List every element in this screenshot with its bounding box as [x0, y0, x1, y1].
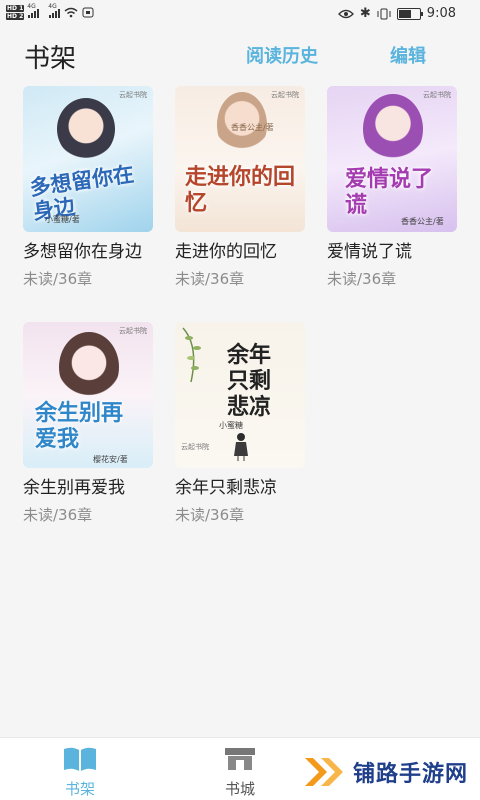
- network-type-2: 4G: [48, 3, 57, 10]
- read-status: 未读/36章: [175, 270, 245, 288]
- status-left: HD 1 HD 2 4G 4G: [6, 3, 94, 20]
- branch-icon: [182, 327, 201, 383]
- book-cover[interactable]: 云起书院 多想留你在身边 小蜜糖/著: [23, 86, 153, 232]
- status-right: ✱ 9:08: [337, 6, 456, 21]
- publisher-logo: 云起书院: [119, 91, 147, 99]
- watermark: 铺路手游网: [303, 754, 468, 790]
- status-bar: HD 1 HD 2 4G 4G ✱ 9:08: [0, 0, 480, 30]
- cover-title: 走进你的回忆: [185, 164, 296, 216]
- cover-title: 爱情说了谎: [345, 166, 434, 218]
- book-cover[interactable]: 云起书院 余生别再爱我 樱花安/著: [23, 322, 153, 468]
- book-title: 余年只剩悲凉: [175, 478, 277, 498]
- book-title: 爱情说了谎: [327, 242, 412, 262]
- read-status: 未读/36章: [23, 506, 93, 524]
- watermark-logo-icon: [304, 758, 343, 786]
- book-title: 余生别再爱我: [23, 478, 125, 498]
- figure-icon: [234, 433, 248, 461]
- sync-icon: [82, 7, 94, 18]
- publisher-logo: 云起书院: [181, 443, 209, 451]
- nav-bookstore[interactable]: 书城: [200, 746, 280, 799]
- nav-bookstore-label: 书城: [224, 780, 255, 798]
- book-item[interactable]: 云起书院 余生别再爱我 樱花安/著 余生别再爱我 未读/36章: [23, 322, 153, 525]
- book-cover[interactable]: 云起书院 爱情说了谎 香香公主/著: [327, 86, 457, 232]
- cover-title: 余生别再爱我: [35, 400, 124, 452]
- signal-1-icon: 4G: [27, 3, 40, 18]
- cover-author: 香香公主/著: [231, 123, 274, 132]
- book-item[interactable]: 云起书院 香香公主/著 走进你的回忆 走进你的回忆 未读/36章: [175, 86, 305, 289]
- read-status: 未读/36章: [23, 270, 93, 288]
- eye-icon: [337, 9, 354, 18]
- hd-indicator: HD 1 HD 2: [6, 5, 25, 20]
- cover-author: 小蜜糖: [219, 421, 243, 430]
- cover-author: 小蜜糖/著: [45, 215, 80, 224]
- bottom-nav: 书架 书城 铺路手游网: [0, 737, 480, 800]
- publisher-logo: 云起书院: [423, 91, 451, 99]
- cover-art: [59, 332, 119, 402]
- cover-art: [57, 98, 115, 160]
- battery-icon: [396, 7, 423, 20]
- book-title: 走进你的回忆: [175, 242, 277, 262]
- book-title: 多想留你在身边: [23, 242, 142, 262]
- cover-author: 香香公主/著: [401, 217, 444, 226]
- signal-2-icon: 4G: [48, 3, 61, 18]
- read-status: 未读/36章: [327, 270, 397, 288]
- reading-history-button[interactable]: 阅读历史: [246, 42, 318, 68]
- book-icon: [64, 747, 96, 771]
- publisher-logo: 云起书院: [271, 91, 299, 99]
- publisher-logo: 云起书院: [119, 327, 147, 335]
- page-title: 书架: [24, 44, 77, 74]
- nav-bookshelf-label: 书架: [64, 780, 95, 798]
- network-type-1: 4G: [27, 3, 36, 10]
- book-cover[interactable]: 云起书院 香香公主/著 走进你的回忆: [175, 86, 305, 232]
- edit-button[interactable]: 编辑: [390, 42, 426, 68]
- vibrate-icon: [377, 8, 391, 19]
- hd2-badge: HD 2: [6, 13, 25, 20]
- book-cover[interactable]: 云起书院 余年只剩悲凉 小蜜糖: [175, 322, 305, 468]
- hd1-badge: HD 1: [6, 5, 25, 12]
- nav-bookshelf[interactable]: 书架: [40, 746, 120, 799]
- watermark-text: 铺路手游网: [352, 762, 468, 787]
- cover-author: 樱花安/著: [93, 455, 128, 464]
- cover-art: [363, 94, 423, 164]
- book-item[interactable]: 云起书院 余年只剩悲凉 小蜜糖 余年只剩悲凉 未读/36章: [175, 322, 305, 525]
- status-time: 9:08: [426, 6, 456, 21]
- book-item[interactable]: 云起书院 爱情说了谎 香香公主/著 爱情说了谎 未读/36章: [327, 86, 457, 289]
- read-status: 未读/36章: [175, 506, 245, 524]
- store-icon: [225, 748, 255, 770]
- bluetooth-icon: ✱: [359, 6, 371, 21]
- cover-title: 余年只剩悲凉: [227, 342, 272, 420]
- wifi-icon: [64, 7, 78, 18]
- book-item[interactable]: 云起书院 多想留你在身边 小蜜糖/著 多想留你在身边 未读/36章: [23, 86, 153, 289]
- app-header: 书架 阅读历史 编辑: [0, 34, 480, 74]
